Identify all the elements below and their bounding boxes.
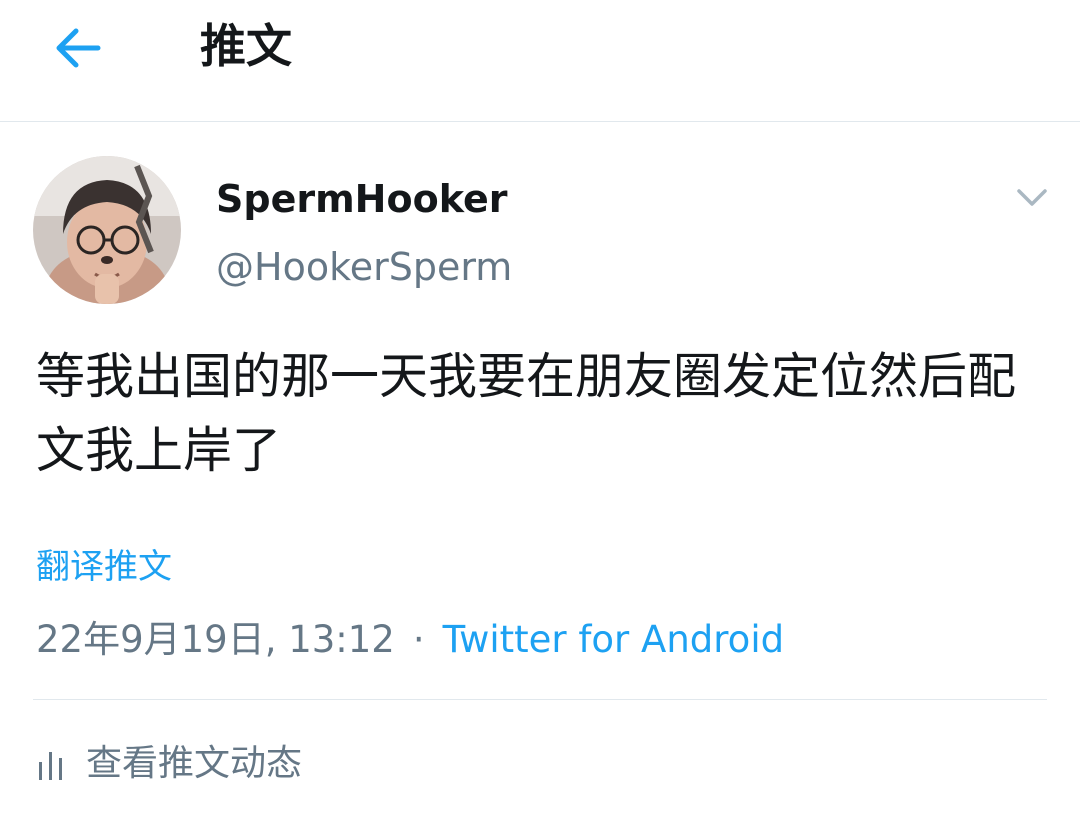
top-bar: 推文 xyxy=(0,0,1080,122)
divider xyxy=(33,699,1047,700)
tweet-text: 等我出国的那一天我要在朋友圈发定位然后配文我上岸了 xyxy=(36,348,1017,479)
arrow-left-icon xyxy=(56,28,101,68)
page-title: 推文 xyxy=(200,19,292,73)
activity-label: 查看推文动态 xyxy=(86,743,303,784)
display-name[interactable]: SpermHooker xyxy=(216,174,507,224)
avatar-image xyxy=(33,156,181,304)
tweet-timestamp: 22年9月19日, 13:12 xyxy=(36,618,395,661)
tweet-meta: 22年9月19日, 13:12 · Twitter for Android xyxy=(36,614,784,666)
meta-separator: · xyxy=(412,618,425,661)
translate-tweet-link[interactable]: 翻译推文 xyxy=(36,544,172,590)
avatar[interactable] xyxy=(33,156,181,304)
back-button[interactable] xyxy=(46,20,110,76)
tweet-source-link[interactable]: Twitter for Android xyxy=(443,618,784,661)
view-tweet-activity-button[interactable]: 查看推文动态 xyxy=(36,738,302,790)
chevron-down-icon xyxy=(1017,189,1047,206)
bar-chart-icon xyxy=(39,752,62,780)
user-handle[interactable]: @HookerSperm xyxy=(216,242,512,292)
more-options-button[interactable] xyxy=(1012,180,1052,216)
